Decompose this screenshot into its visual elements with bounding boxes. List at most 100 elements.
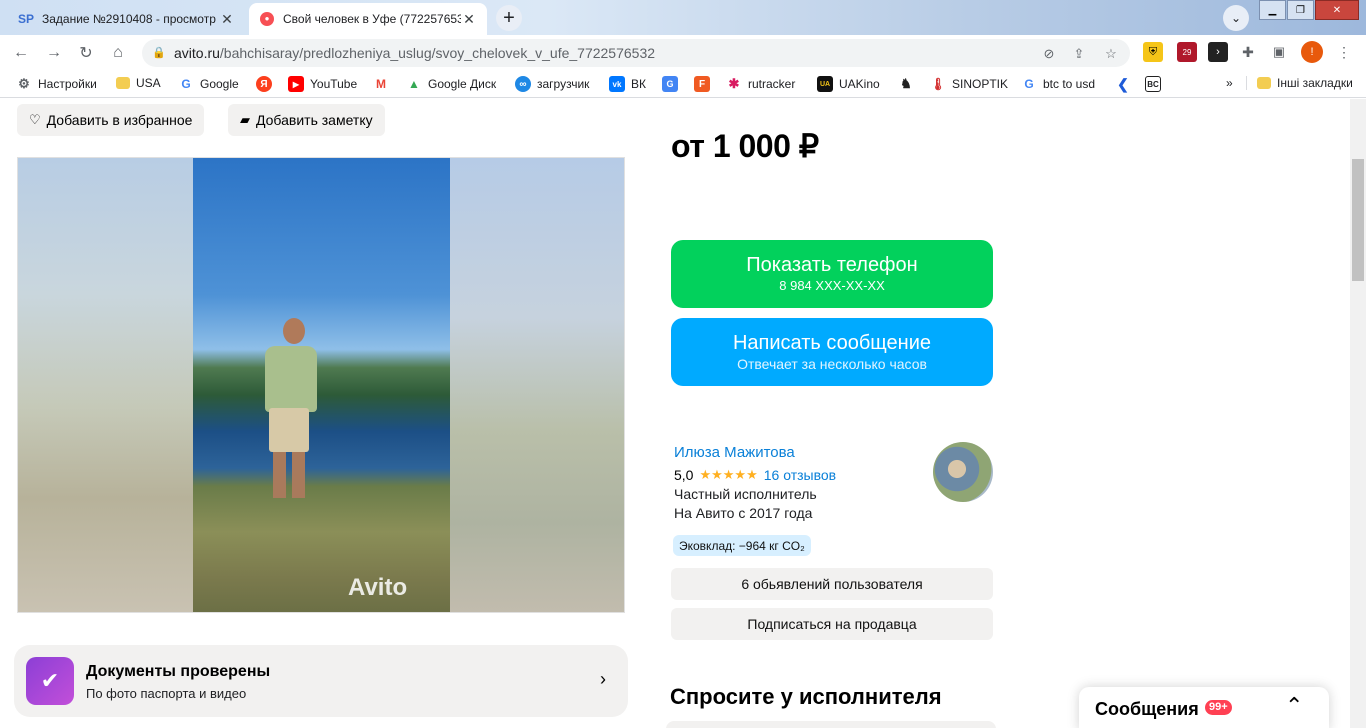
bookmark-btc[interactable]: Gbtc to usd xyxy=(1021,76,1095,92)
add-note-button[interactable]: ▰ Добавить заметку xyxy=(228,104,385,136)
eco-contribution-badge[interactable]: Эковклад: −964 кг CO₂ xyxy=(673,535,811,556)
seller-avatar[interactable] xyxy=(933,442,993,502)
uakino-icon: UA xyxy=(817,76,833,92)
extension-badge-icon[interactable]: 29 xyxy=(1177,42,1197,62)
price: от 1 000 ₽ xyxy=(671,128,819,164)
bookmark-vk[interactable]: vk ВК xyxy=(609,76,646,92)
bookmark-translate[interactable]: G xyxy=(662,76,684,92)
docs-subtitle: По фото паспорта и видео xyxy=(86,686,247,701)
bookmark-settings[interactable]: ⚙ Настройки xyxy=(16,76,97,92)
chess-icon: ♞ xyxy=(900,76,912,91)
tab-strip: SP Задание №2910408 - просмотр ✕ ● Свой … xyxy=(0,0,1366,35)
bookmark-youtube[interactable]: ▶ YouTube xyxy=(288,76,357,92)
tab-search-chevron-icon[interactable]: ⌄ xyxy=(1223,5,1249,31)
ask-section-title: Спросите у исполнителя xyxy=(670,684,942,709)
f-icon: F xyxy=(694,76,710,92)
messenger-label: Сообщения xyxy=(1095,699,1199,719)
new-tab-button[interactable]: + xyxy=(496,5,522,31)
close-tab-icon[interactable]: ✕ xyxy=(219,11,235,28)
home-icon[interactable]: ⌂ xyxy=(106,41,130,65)
url-path: /bahchisaray/predlozheniya_uslug/svoy_ch… xyxy=(219,45,656,61)
share-icon[interactable]: ⇪ xyxy=(1070,45,1088,63)
address-bar[interactable]: 🔒 avito.ru/bahchisaray/predlozheniya_usl… xyxy=(142,39,1130,67)
bookmark-downloader[interactable]: ∞ загрузчик xyxy=(515,76,589,92)
folder-icon xyxy=(1257,77,1271,89)
loop-icon: ∞ xyxy=(515,76,531,92)
scrollbar-thumb[interactable] xyxy=(1352,159,1364,281)
seller-name-link[interactable]: Илюза Мажитова xyxy=(674,444,795,461)
seller-type: Частный исполнитель xyxy=(674,486,817,502)
reviews-link[interactable]: 16 отзывов xyxy=(764,467,836,483)
tab-title: Свой человек в Уфе (7722576532) xyxy=(283,12,461,26)
listing-photo[interactable]: Avito xyxy=(193,158,450,612)
avito-listing-page: ♡ Добавить в избранное ▰ Добавить заметк… xyxy=(0,99,1350,728)
chevron-right-icon: › xyxy=(600,669,606,689)
verified-documents-icon: ✔ xyxy=(26,657,74,705)
url-host: avito.ru xyxy=(174,45,220,61)
google-icon: G xyxy=(1024,77,1034,91)
browser-toolbar: ← → ↻ ⌂ 🔒 avito.ru/bahchisaray/predlozhe… xyxy=(0,35,1366,70)
bookmark-google[interactable]: G Google xyxy=(178,76,238,92)
side-panel-icon[interactable]: ▣ xyxy=(1269,42,1289,62)
bookmark-gmail[interactable]: M xyxy=(373,76,395,92)
bookmark-arrow[interactable]: ❮ xyxy=(1115,76,1137,92)
gear-icon: ⚙ xyxy=(18,76,30,91)
youtube-icon: ▶ xyxy=(288,76,304,92)
bc-icon: BC xyxy=(1145,76,1161,92)
arrow-icon: ❮ xyxy=(1117,75,1129,92)
avito-favicon-icon: ● xyxy=(259,11,275,27)
back-icon[interactable]: ← xyxy=(9,41,33,65)
page-scrollbar[interactable] xyxy=(1350,99,1366,728)
folder-icon xyxy=(116,77,130,89)
seller-ads-button[interactable]: 6 обьявлений пользователя xyxy=(671,568,993,600)
avito-watermark: Avito xyxy=(348,574,408,601)
tab-task[interactable]: SP Задание №2910408 - просмотр ✕ xyxy=(8,3,245,35)
profile-avatar[interactable]: ! xyxy=(1301,41,1323,63)
yandex-icon: Я xyxy=(256,76,272,92)
ask-input-box[interactable] xyxy=(666,721,996,728)
bookmark-drive[interactable]: ▲ Google Диск xyxy=(406,76,496,92)
bookmarks-more-button[interactable]: » xyxy=(1226,76,1233,90)
blocked-icon[interactable]: ⊘ xyxy=(1040,45,1058,63)
bookmarks-bar: ⚙ Настройки USA G Google Я ▶ YouTube M ▲ Goo… xyxy=(0,70,1366,98)
messenger-widget[interactable]: Сообщения 99+ ⌃ xyxy=(1079,687,1329,728)
close-tab-icon[interactable]: ✕ xyxy=(461,11,477,28)
extension-arrow-icon[interactable]: › xyxy=(1208,42,1228,62)
bookmark-sinoptik[interactable]: 🌡 SINOPTIK xyxy=(930,76,1008,92)
bookmark-usa[interactable]: USA xyxy=(116,76,161,90)
extensions-puzzle-icon[interactable]: ✚ xyxy=(1238,42,1258,62)
bookmark-chess[interactable]: ♞ xyxy=(898,76,920,92)
subscribe-seller-button[interactable]: Подписаться на продавца xyxy=(671,608,993,640)
forward-icon[interactable]: → xyxy=(42,41,66,65)
seller-rating: 5,0 ★★★★★ 16 отзывов xyxy=(674,467,837,483)
rutracker-icon: ✱ xyxy=(728,76,740,91)
menu-kebab-icon[interactable]: ⋮ xyxy=(1334,42,1354,62)
docs-title: Документы проверены xyxy=(86,663,271,680)
other-bookmarks[interactable]: Інші закладки xyxy=(1246,76,1353,90)
photo-gallery[interactable]: Avito xyxy=(17,157,625,613)
documents-verified-card[interactable]: ✔ Документы проверены По фото паспорта и… xyxy=(14,645,628,717)
minimize-button[interactable]: ▁ xyxy=(1259,0,1286,20)
write-message-button[interactable]: Написать сообщение Отвечает за несколько… xyxy=(671,318,993,386)
bookmark-star-icon[interactable]: ☆ xyxy=(1102,45,1120,63)
seller-since: На Авито с 2017 года xyxy=(674,505,813,521)
bookmark-rutracker[interactable]: ✱ rutracker xyxy=(726,76,796,92)
bookmark-yandex[interactable]: Я xyxy=(256,76,278,92)
gmail-icon: M xyxy=(376,77,386,91)
window-close-button[interactable]: ✕ xyxy=(1315,0,1359,20)
unread-count-badge: 99+ xyxy=(1205,700,1232,715)
bookmark-bc[interactable]: BC xyxy=(1145,76,1167,92)
vk-icon: vk xyxy=(609,76,625,92)
show-phone-button[interactable]: Показать телефон 8 984 XXX-XX-XX xyxy=(671,240,993,308)
tab-avito[interactable]: ● Свой человек в Уфе (7722576532) ✕ xyxy=(249,3,487,35)
lock-icon[interactable]: 🔒 xyxy=(152,46,166,59)
rating-stars-icon: ★★★★★ xyxy=(699,467,758,482)
reload-icon[interactable]: ↻ xyxy=(74,41,98,65)
bookmark-uakino[interactable]: UA UAKino xyxy=(817,76,880,92)
add-to-favorites-button[interactable]: ♡ Добавить в избранное xyxy=(17,104,205,136)
translate-icon: G xyxy=(662,76,678,92)
extension-shield-icon[interactable]: ⛨ xyxy=(1143,42,1163,62)
maximize-button[interactable]: ❐ xyxy=(1287,0,1314,20)
chevron-up-icon[interactable]: ⌃ xyxy=(1285,693,1303,719)
bookmark-f[interactable]: F xyxy=(694,76,716,92)
